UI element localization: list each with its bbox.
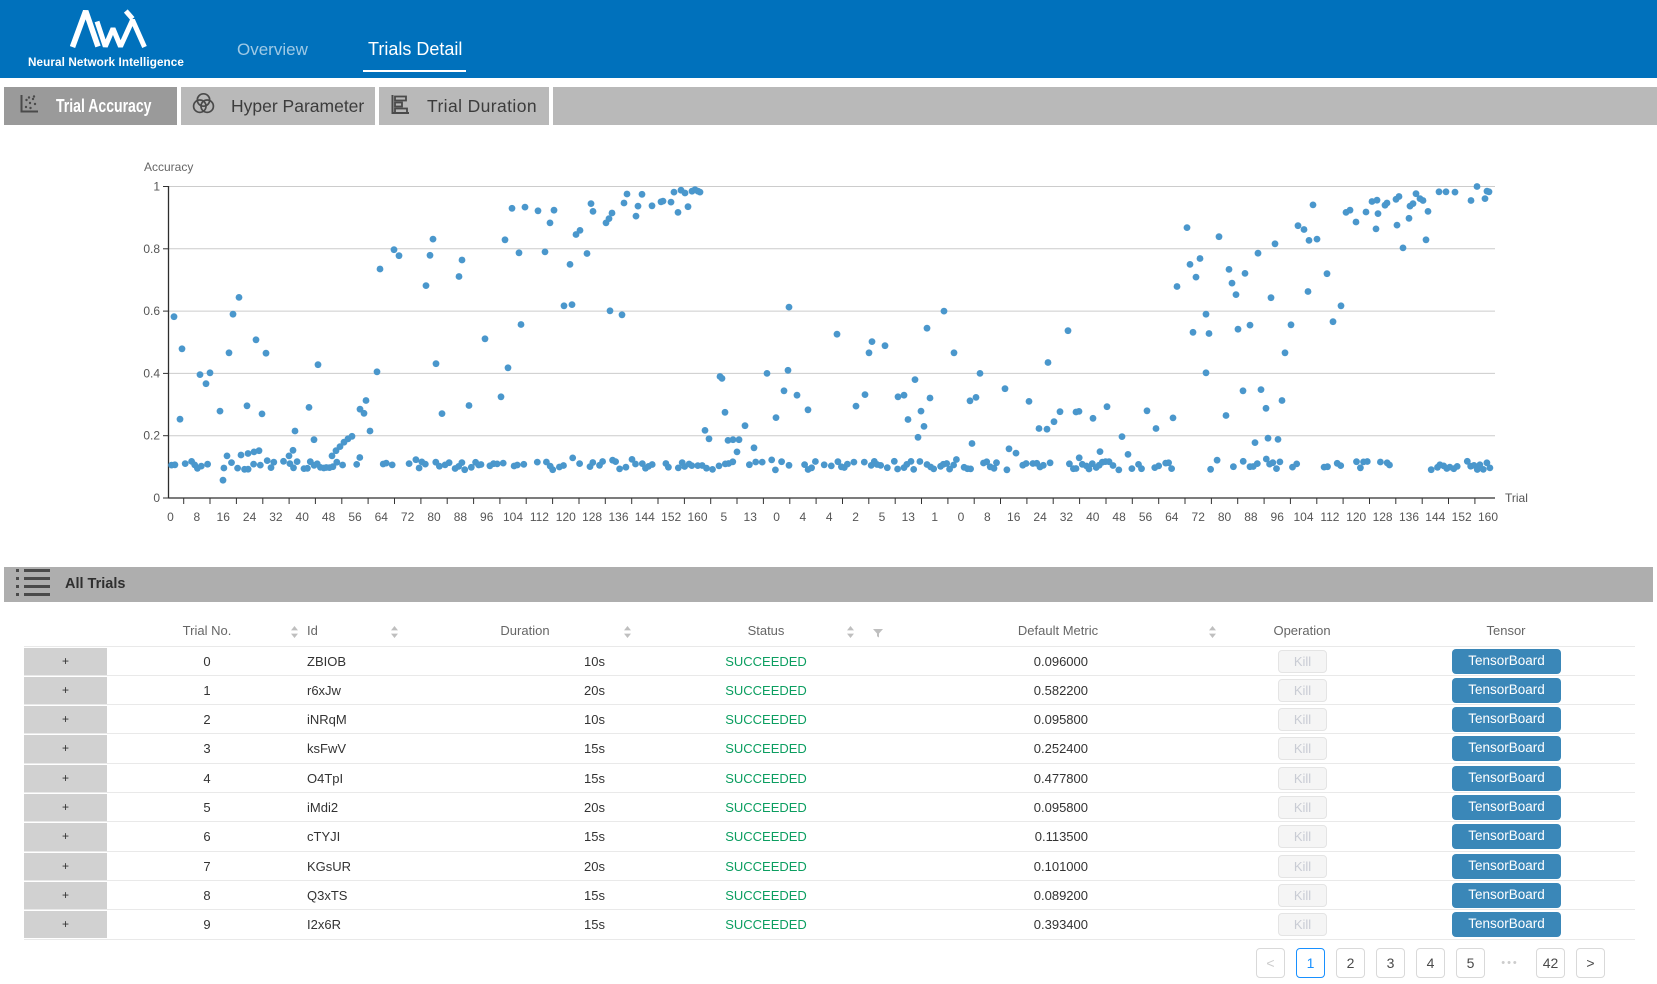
- svg-text:1: 1: [931, 510, 938, 524]
- svg-text:160: 160: [1478, 510, 1498, 524]
- svg-text:56: 56: [1139, 510, 1153, 524]
- svg-text:4: 4: [826, 510, 833, 524]
- svg-text:32: 32: [269, 510, 283, 524]
- svg-text:0.4: 0.4: [143, 366, 160, 380]
- svg-text:0: 0: [958, 510, 965, 524]
- svg-text:4: 4: [800, 510, 807, 524]
- svg-text:40: 40: [296, 510, 310, 524]
- svg-text:80: 80: [1218, 510, 1232, 524]
- svg-text:24: 24: [1033, 510, 1047, 524]
- svg-text:24: 24: [243, 510, 257, 524]
- svg-text:8: 8: [193, 510, 200, 524]
- svg-text:0.8: 0.8: [143, 242, 160, 256]
- svg-text:88: 88: [454, 510, 468, 524]
- svg-text:0: 0: [167, 510, 174, 524]
- svg-text:112: 112: [530, 510, 549, 524]
- svg-text:13: 13: [902, 510, 916, 524]
- svg-text:80: 80: [427, 510, 441, 524]
- svg-text:64: 64: [1165, 510, 1179, 524]
- svg-text:72: 72: [401, 510, 415, 524]
- svg-text:13: 13: [744, 510, 758, 524]
- svg-text:48: 48: [322, 510, 336, 524]
- svg-text:40: 40: [1086, 510, 1100, 524]
- svg-text:152: 152: [1452, 510, 1472, 524]
- svg-text:5: 5: [721, 510, 728, 524]
- svg-text:8: 8: [984, 510, 991, 524]
- svg-text:152: 152: [661, 510, 681, 524]
- svg-text:112: 112: [1320, 510, 1339, 524]
- svg-text:72: 72: [1192, 510, 1206, 524]
- svg-text:136: 136: [1399, 510, 1419, 524]
- svg-text:48: 48: [1112, 510, 1126, 524]
- svg-text:104: 104: [503, 510, 523, 524]
- svg-text:0: 0: [153, 491, 160, 505]
- svg-text:0.6: 0.6: [143, 304, 160, 318]
- svg-text:120: 120: [556, 510, 576, 524]
- svg-text:96: 96: [1271, 510, 1285, 524]
- svg-text:16: 16: [217, 510, 231, 524]
- svg-text:Accuracy: Accuracy: [144, 160, 193, 174]
- svg-text:104: 104: [1293, 510, 1313, 524]
- svg-text:1: 1: [153, 180, 160, 194]
- svg-text:96: 96: [480, 510, 494, 524]
- svg-text:120: 120: [1346, 510, 1366, 524]
- svg-text:2: 2: [852, 510, 859, 524]
- svg-text:136: 136: [608, 510, 628, 524]
- svg-text:128: 128: [582, 510, 602, 524]
- svg-text:0: 0: [773, 510, 780, 524]
- svg-text:88: 88: [1244, 510, 1258, 524]
- svg-text:5: 5: [879, 510, 886, 524]
- svg-text:Trial: Trial: [1505, 491, 1528, 505]
- svg-text:0.2: 0.2: [143, 429, 160, 443]
- svg-text:64: 64: [375, 510, 389, 524]
- svg-text:56: 56: [348, 510, 362, 524]
- svg-text:144: 144: [1425, 510, 1445, 524]
- svg-text:32: 32: [1060, 510, 1074, 524]
- svg-text:160: 160: [687, 510, 707, 524]
- svg-text:16: 16: [1007, 510, 1021, 524]
- svg-text:128: 128: [1373, 510, 1393, 524]
- svg-text:144: 144: [635, 510, 655, 524]
